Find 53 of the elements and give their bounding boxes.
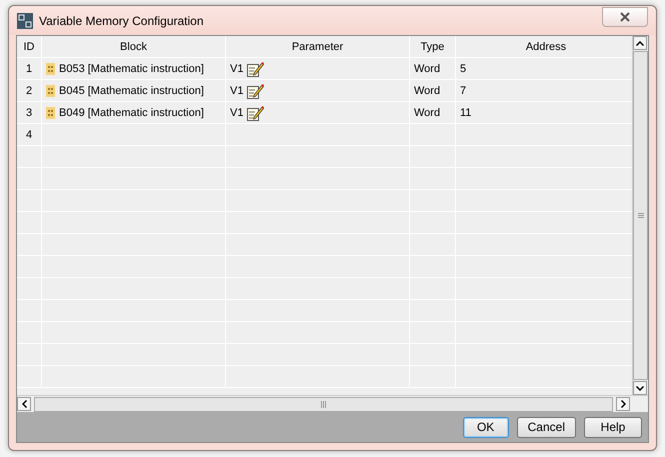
table-cell: 4: [17, 124, 42, 146]
ok-button[interactable]: OK: [462, 416, 509, 438]
grip-icon: [320, 400, 326, 408]
empty-cell: [17, 366, 42, 388]
block-icon: [46, 106, 55, 118]
parameter-name: V1: [230, 106, 244, 118]
chevron-right-icon: [620, 400, 626, 408]
scroll-right-button[interactable]: [616, 397, 630, 411]
empty-cell: [17, 344, 42, 366]
dialog-button[interactable]: Help: [584, 416, 642, 438]
empty-cell: [17, 234, 42, 256]
close-icon: [620, 12, 630, 22]
empty-cell: [17, 190, 42, 212]
table-cell: 3: [17, 102, 42, 124]
table-cell: 1: [17, 58, 42, 80]
empty-cell: [17, 256, 42, 278]
scroll-left-button[interactable]: [17, 397, 31, 411]
edit-icon[interactable]: [247, 60, 264, 76]
block-name: B053 [Mathematic instruction]: [59, 62, 204, 74]
scroll-thumb[interactable]: [34, 396, 613, 412]
block-icon: [46, 62, 55, 74]
table-cell: Word: [410, 58, 456, 80]
chevron-down-icon: [636, 386, 644, 390]
chevron-up-icon: [636, 40, 644, 46]
column-header: Block: [42, 36, 226, 58]
block-name: B049 [Mathematic instruction]: [59, 106, 204, 118]
edit-icon[interactable]: [247, 104, 264, 120]
table-cell: Word: [410, 80, 456, 102]
parameter-name: V1: [230, 62, 244, 74]
column-header: ID: [17, 36, 42, 58]
block-name: B045 [Mathematic instruction]: [59, 84, 204, 96]
block-icon: [46, 84, 55, 96]
table-cell: Word: [410, 102, 456, 124]
empty-cell: [17, 212, 42, 234]
close-button[interactable]: [602, 6, 648, 26]
dialog-button[interactable]: Cancel: [516, 416, 576, 438]
scroll-down-button[interactable]: [633, 381, 647, 395]
empty-cell: [17, 278, 42, 300]
app-icon: [17, 12, 33, 28]
scroll-up-button[interactable]: [633, 36, 647, 50]
empty-cell: [17, 146, 42, 168]
window-title: Variable Memory Configuration: [39, 14, 205, 28]
edit-icon[interactable]: [247, 82, 264, 98]
empty-cell: [17, 322, 42, 344]
table-cell: 2: [17, 80, 42, 102]
chevron-left-icon: [22, 400, 26, 408]
empty-cell: [17, 300, 42, 322]
empty-cell: [17, 168, 42, 190]
grip-icon: [638, 213, 644, 218]
parameter-name: V1: [230, 84, 244, 96]
horizontal-scrollbar[interactable]: [17, 395, 648, 412]
column-header: Type: [410, 36, 456, 58]
column-header: Parameter: [226, 36, 410, 58]
